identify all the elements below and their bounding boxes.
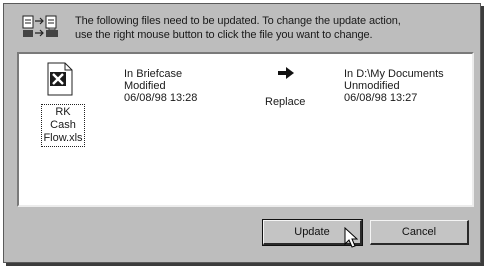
arrow-right-icon [278, 67, 294, 79]
mouse-pointer-icon [344, 227, 358, 248]
source-info: In Briefcase Modified 06/08/98 13:28 [124, 68, 197, 104]
message-line-2: use the right mouse button to click the … [75, 29, 373, 41]
briefcase-sync-icon [22, 15, 58, 37]
source-location: In Briefcase [124, 68, 183, 80]
destination-date: 06/08/98 13:27 [344, 92, 418, 104]
cancel-button[interactable]: Cancel [370, 220, 469, 245]
destination-location: In D:\My Documents [344, 68, 444, 80]
dialog-message: The following files need to be updated. … [75, 14, 475, 42]
file-name-line-1: RK Cash [50, 106, 76, 131]
file-name-line-2: Flow.xls [43, 132, 83, 144]
file-list: RK Cash Flow.xls In Briefcase Modified 0… [17, 52, 474, 207]
dialog-header: The following files need to be updated. … [18, 12, 473, 48]
destination-info: In D:\My Documents Unmodified 06/08/98 1… [344, 68, 444, 104]
source-status: Modified [124, 80, 166, 92]
excel-file-icon [47, 62, 73, 96]
message-line-1: The following files need to be updated. … [75, 15, 401, 27]
update-action-label: Replace [265, 96, 306, 108]
update-dialog: The following files need to be updated. … [3, 3, 481, 263]
source-date: 06/08/98 13:28 [124, 92, 198, 104]
list-item[interactable]: RK Cash Flow.xls In Briefcase Modified 0… [19, 54, 472, 205]
file-name-label[interactable]: RK Cash Flow.xls [41, 104, 85, 147]
destination-status: Unmodified [344, 80, 400, 92]
